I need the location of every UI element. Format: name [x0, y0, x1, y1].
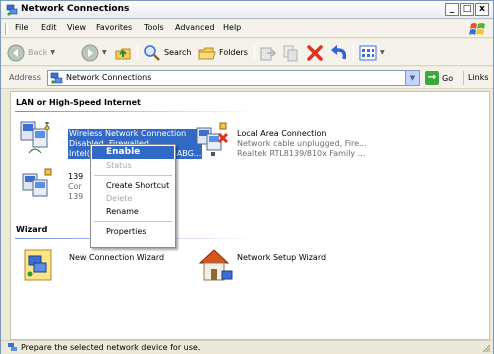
- menu-tools[interactable]: Tools: [144, 23, 164, 32]
- go-label: Go: [442, 73, 454, 83]
- new-connection-wizard-label[interactable]: New Connection Wizard: [69, 253, 164, 263]
- group-header-wizard: Wizard: [16, 225, 48, 234]
- group-header-lan: LAN or High-Speed Internet: [16, 98, 141, 107]
- forward-button[interactable]: ▼: [81, 43, 107, 62]
- search-icon: [144, 44, 160, 61]
- window-title: Network Connections: [21, 4, 130, 14]
- up-button[interactable]: [114, 43, 132, 62]
- menu-view[interactable]: View: [67, 23, 86, 32]
- address-value: Network Connections: [66, 73, 152, 82]
- address-label: Address: [9, 73, 41, 82]
- network-connection-icon[interactable]: [21, 168, 61, 204]
- search-button[interactable]: Search: [143, 43, 191, 62]
- status-text: Prepare the selected network device for …: [21, 343, 201, 352]
- folders-label: Folders: [219, 48, 248, 57]
- menu-help[interactable]: Help: [223, 23, 241, 32]
- back-label: Back: [28, 48, 48, 57]
- undo-button[interactable]: [330, 43, 348, 62]
- address-dropdown-button[interactable]: ▼: [405, 71, 419, 85]
- network-connections-icon: [6, 4, 18, 16]
- network-device-icon: [8, 343, 17, 351]
- close-button[interactable]: x: [475, 3, 489, 16]
- menu-edit[interactable]: Edit: [41, 23, 57, 32]
- delete-button[interactable]: [306, 43, 324, 62]
- menu-bar: File Edit View Favorites Tools Advanced …: [1, 20, 493, 38]
- windows-logo-icon: [469, 23, 485, 35]
- local-area-connection-device: Realtek RTL8139/810x Family ...: [237, 149, 366, 158]
- menu-file[interactable]: File: [15, 23, 28, 32]
- address-bar: Address Network Connections ▼ → Go Links: [1, 67, 493, 89]
- status-bar: Prepare the selected network device for …: [1, 340, 493, 354]
- maximize-button[interactable]: □: [460, 3, 474, 16]
- wireless-connection-name: Wireless Network Connection: [68, 129, 203, 139]
- third-connection-name: 139: [68, 172, 84, 181]
- back-arrow-icon: [7, 44, 25, 61]
- local-area-connection-icon[interactable]: [193, 122, 233, 158]
- context-menu-delete[interactable]: Delete: [92, 192, 174, 205]
- move-to-icon: [260, 47, 277, 60]
- local-area-connection-name: Local Area Connection: [237, 129, 327, 138]
- minimize-button[interactable]: _: [445, 3, 459, 16]
- explorer-window: Network Connections _ □ x File Edit View…: [0, 0, 494, 354]
- menu-favorites[interactable]: Favorites: [96, 23, 132, 32]
- go-arrow-icon: →: [425, 71, 439, 85]
- context-menu-separator: [94, 221, 172, 222]
- delete-x-icon: [307, 44, 323, 61]
- standard-toolbar: Back ▼ ▼ Search Folders ▼: [1, 39, 493, 66]
- copy-to-button[interactable]: [282, 43, 300, 62]
- wireless-connection-icon[interactable]: [19, 120, 59, 156]
- third-connection-item[interactable]: 139 Cor 139: [68, 172, 83, 202]
- move-to-button[interactable]: [259, 43, 277, 62]
- copy-to-icon: [283, 45, 298, 61]
- forward-dropdown-icon[interactable]: ▼: [102, 49, 107, 56]
- back-button[interactable]: Back ▼: [7, 43, 55, 62]
- context-menu-separator: [94, 175, 172, 176]
- search-label: Search: [164, 48, 192, 57]
- third-connection-status: Cor: [68, 182, 82, 191]
- network-connections-icon: [50, 72, 63, 84]
- context-menu-create-shortcut[interactable]: Create Shortcut: [92, 179, 174, 192]
- undo-icon: [331, 44, 347, 59]
- views-icon: [359, 45, 377, 60]
- go-button[interactable]: → Go: [425, 70, 453, 86]
- context-menu-properties[interactable]: Properties: [92, 225, 174, 238]
- local-area-connection-status: Network cable unplugged, Fire...: [237, 139, 367, 148]
- third-connection-device: 139: [68, 192, 84, 201]
- context-menu: Enable Status Create Shortcut Delete Ren…: [90, 144, 176, 248]
- context-menu-enable[interactable]: Enable: [92, 146, 174, 159]
- forward-arrow-icon: [81, 44, 99, 61]
- context-menu-rename[interactable]: Rename: [92, 205, 174, 218]
- up-folder-icon: [115, 48, 131, 59]
- network-setup-wizard-label[interactable]: Network Setup Wizard: [237, 253, 326, 263]
- menu-grip[interactable]: [5, 23, 8, 35]
- title-bar[interactable]: Network Connections _ □ x: [1, 1, 493, 19]
- resize-grip-icon[interactable]: [481, 343, 491, 353]
- views-button[interactable]: ▼: [359, 43, 385, 62]
- links-button[interactable]: Links: [468, 73, 489, 82]
- back-dropdown-icon[interactable]: ▼: [50, 49, 55, 56]
- new-connection-wizard-icon[interactable]: [21, 248, 61, 284]
- local-area-connection-item[interactable]: Local Area Connection Network cable unpl…: [237, 129, 367, 159]
- network-setup-wizard-icon[interactable]: [196, 247, 236, 283]
- folders-button[interactable]: Folders: [198, 43, 248, 62]
- group-divider: [15, 111, 255, 112]
- menu-advanced[interactable]: Advanced: [175, 23, 215, 32]
- context-menu-status[interactable]: Status: [92, 159, 174, 172]
- folders-icon: [198, 47, 216, 59]
- connections-view[interactable]: LAN or High-Speed Internet Wireless Netw…: [10, 91, 490, 340]
- views-dropdown-icon[interactable]: ▼: [380, 49, 385, 56]
- address-field[interactable]: Network Connections ▼: [47, 70, 420, 86]
